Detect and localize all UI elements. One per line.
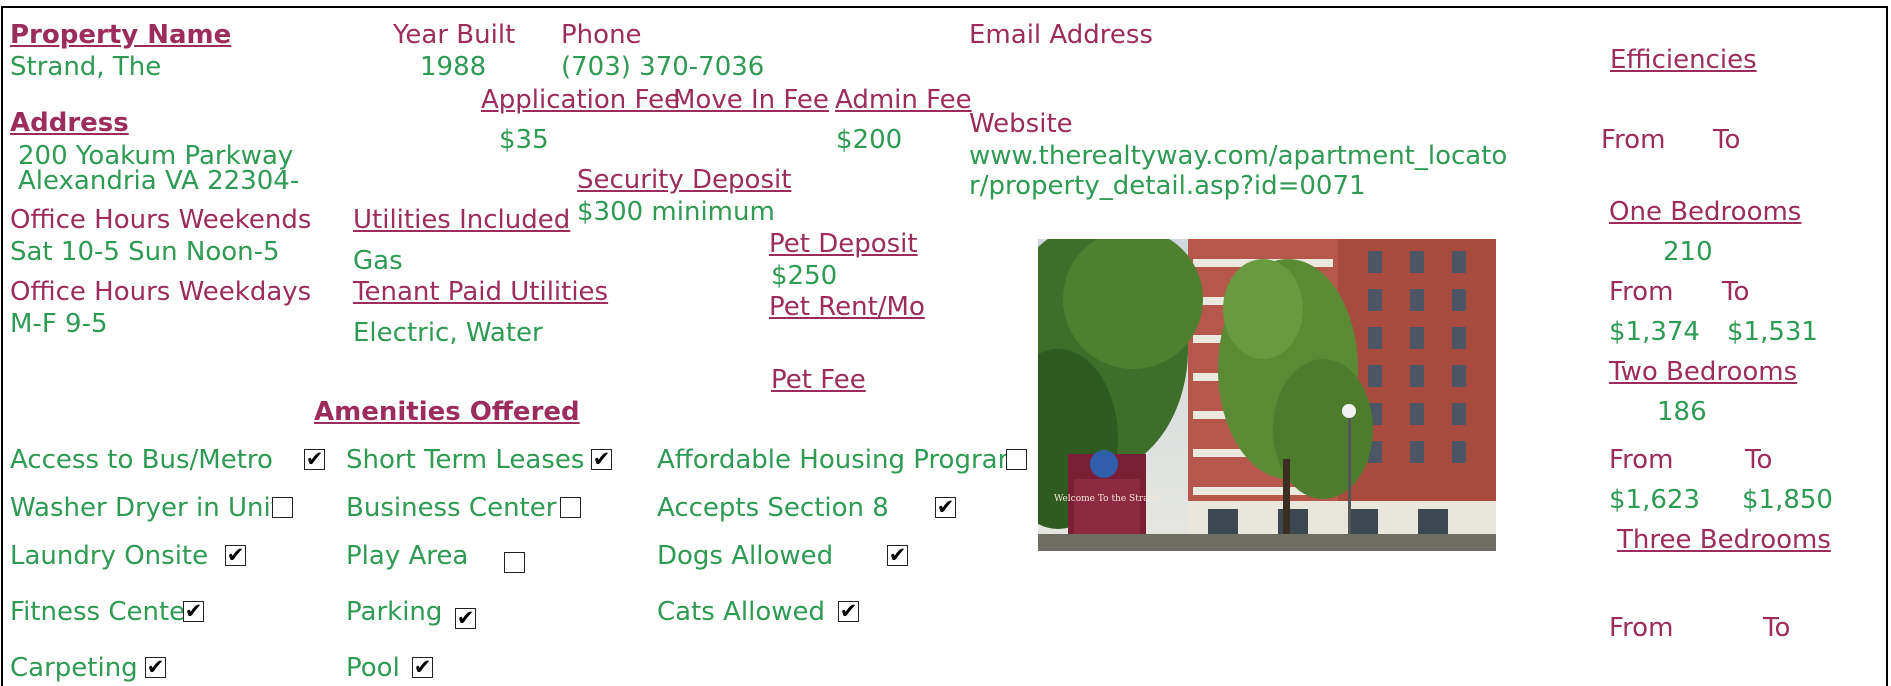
amenity-label: Fitness Center (10, 597, 196, 627)
two-bedrooms-label: Two Bedrooms (1609, 357, 1798, 387)
two-bedrooms-to-label: To (1745, 445, 1773, 475)
efficiencies-from-label: From (1601, 125, 1666, 155)
move-in-fee-label: Move In Fee (673, 85, 829, 115)
amenity-label: Short Term Leases (346, 445, 585, 475)
amenity-checkbox-pool[interactable]: ✔ (412, 657, 433, 678)
application-fee-label: Application Fee (481, 85, 681, 115)
weekday-hours-label: Office Hours Weekdays (10, 277, 312, 307)
address-line2: Alexandria VA 22304- (18, 166, 300, 196)
three-bedrooms-from-label: From (1609, 613, 1674, 643)
tenant-paid-utilities-label: Tenant Paid Utilities (353, 277, 609, 307)
two-bedrooms-count: 186 (1657, 397, 1707, 427)
amenity-checkbox-cats[interactable]: ✔ (838, 601, 859, 622)
utilities-included: Gas (353, 246, 403, 276)
security-deposit-label: Security Deposit (577, 165, 792, 195)
address-label: Address (10, 108, 129, 138)
year-built-label: Year Built (393, 20, 516, 50)
email-label: Email Address (969, 20, 1153, 50)
amenity-checkbox-parking[interactable]: ✔ (455, 608, 476, 629)
amenity-checkbox-play-area[interactable] (504, 552, 525, 573)
property-name-label: Property Name (10, 20, 232, 50)
website-link[interactable]: www.therealtyway.com/apartment_locator/p… (969, 141, 1509, 201)
one-bedrooms-from-label: From (1609, 277, 1674, 307)
amenity-label: Washer Dryer in Unit (10, 493, 281, 523)
weekend-hours: Sat 10-5 Sun Noon-5 (10, 237, 280, 267)
amenity-checkbox-fitness[interactable]: ✔ (183, 601, 204, 622)
phone: (703) 370-7036 (561, 52, 765, 82)
one-bedrooms-from: $1,374 (1609, 317, 1700, 347)
amenity-checkbox-bus-metro[interactable]: ✔ (304, 449, 325, 470)
amenity-label: Access to Bus/Metro (10, 445, 273, 475)
two-bedrooms-from-label: From (1609, 445, 1674, 475)
amenity-checkbox-washer-dryer[interactable] (272, 497, 293, 518)
sign-text: Welcome To the Strand (1054, 494, 1160, 504)
pet-deposit: $250 (771, 261, 838, 291)
pet-rent-label: Pet Rent/Mo (769, 292, 925, 322)
amenity-label: Parking (346, 597, 443, 627)
security-deposit: $300 minimum (577, 197, 775, 227)
utilities-included-label: Utilities Included (353, 205, 571, 235)
efficiencies-label: Efficiencies (1610, 45, 1757, 75)
amenity-checkbox-business-center[interactable] (560, 497, 581, 518)
one-bedrooms-label: One Bedrooms (1609, 197, 1802, 227)
phone-label: Phone (561, 20, 642, 50)
property-photo: Welcome To the Strand (1038, 239, 1496, 551)
amenity-checkbox-affordable-housing[interactable] (1006, 449, 1027, 470)
one-bedrooms-to-label: To (1722, 277, 1750, 307)
application-fee: $35 (499, 125, 549, 155)
two-bedrooms-to: $1,850 (1742, 485, 1833, 515)
three-bedrooms-label: Three Bedrooms (1617, 525, 1831, 555)
property-name: Strand, The (10, 52, 162, 82)
three-bedrooms-to-label: To (1763, 613, 1791, 643)
amenity-checkbox-short-term[interactable]: ✔ (591, 449, 612, 470)
amenity-label: Play Area (346, 541, 469, 571)
website-label: Website (969, 109, 1073, 139)
year-built: 1988 (420, 52, 487, 82)
pet-fee-label: Pet Fee (771, 365, 866, 395)
admin-fee: $200 (836, 125, 903, 155)
two-bedrooms-from: $1,623 (1609, 485, 1700, 515)
amenity-label: Accepts Section 8 (657, 493, 889, 523)
amenities-title: Amenities Offered (314, 397, 580, 427)
weekday-hours: M-F 9-5 (10, 309, 108, 339)
one-bedrooms-to: $1,531 (1727, 317, 1818, 347)
amenity-label: Business Center (346, 493, 557, 523)
weekend-hours-label: Office Hours Weekends (10, 205, 312, 235)
pet-deposit-label: Pet Deposit (769, 229, 918, 259)
building-photo-image: Welcome To the Strand (1038, 239, 1496, 551)
amenity-label: Cats Allowed (657, 597, 825, 627)
amenity-label: Affordable Housing Program (657, 445, 1023, 475)
amenity-checkbox-dogs[interactable]: ✔ (887, 545, 908, 566)
efficiencies-to-label: To (1713, 125, 1741, 155)
amenity-label: Carpeting (10, 653, 138, 683)
amenity-checkbox-carpeting[interactable]: ✔ (145, 657, 166, 678)
admin-fee-label: Admin Fee (835, 85, 972, 115)
amenity-label: Pool (346, 653, 400, 683)
tenant-paid-utilities: Electric, Water (353, 318, 543, 348)
one-bedrooms-count: 210 (1663, 237, 1713, 267)
amenity-checkbox-section-8[interactable]: ✔ (935, 497, 956, 518)
amenity-label: Laundry Onsite (10, 541, 209, 571)
amenity-label: Dogs Allowed (657, 541, 834, 571)
amenity-checkbox-laundry[interactable]: ✔ (225, 545, 246, 566)
